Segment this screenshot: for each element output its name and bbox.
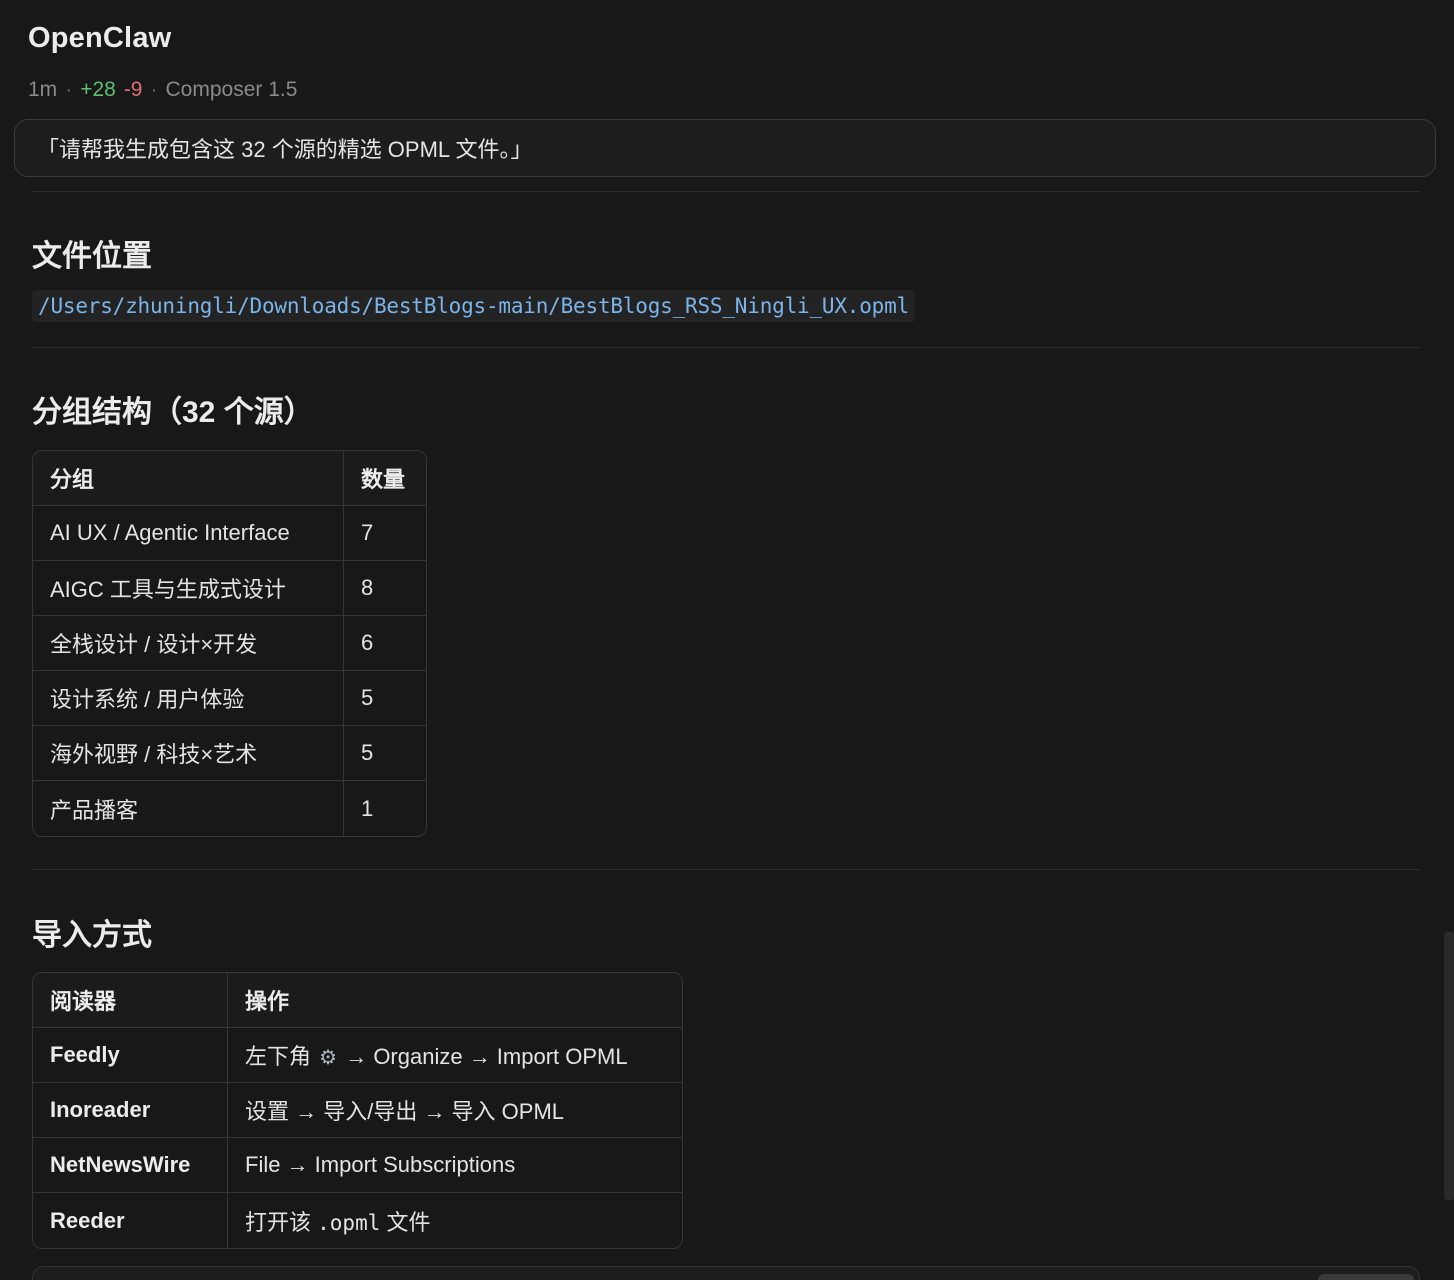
group-name-cell: 设计系统 / 用户体验 — [33, 671, 343, 726]
group-count-cell: 8 — [343, 561, 426, 616]
conversation-header: OpenClaw — [28, 22, 171, 55]
reader-name-cell: Reeder — [50, 1207, 125, 1233]
meta-separator: · — [150, 78, 158, 101]
table-row: Feedly 左下角 ⚙ → Organize → Import OPML — [33, 1028, 682, 1083]
group-count-cell: 7 — [343, 506, 426, 561]
reader-action-cell: 左下角 ⚙ → Organize → Import OPML — [227, 1028, 682, 1083]
file-location-heading: 文件位置 — [32, 240, 152, 273]
file-path-code[interactable]: /Users/zhuningli/Downloads/BestBlogs-mai… — [32, 290, 916, 322]
section-divider — [32, 347, 1420, 348]
section-divider — [32, 191, 1420, 192]
group-count-cell: 5 — [343, 671, 426, 726]
table-row: AI UX / Agentic Interface 7 — [33, 506, 426, 561]
groups-table: 分组 数量 AI UX / Agentic Interface 7 AIGC 工… — [32, 450, 427, 837]
import-heading: 导入方式 — [32, 919, 152, 952]
table-row: 设计系统 / 用户体验 5 — [33, 671, 426, 726]
lines-added-badge[interactable]: +28 — [80, 78, 116, 102]
model-name: Composer 1.5 — [165, 78, 298, 101]
lines-removed-badge[interactable]: -9 — [124, 78, 143, 102]
elapsed-time: 1m — [28, 78, 58, 101]
table-row: 产品播客 1 — [33, 781, 426, 836]
group-count-cell: 5 — [343, 726, 426, 781]
action-text: → Organize → Import OPML — [345, 1044, 628, 1069]
table-row: NetNewsWire File → Import Subscriptions — [33, 1138, 682, 1193]
import-methods-table: 阅读器 操作 Feedly 左下角 ⚙ → Organize → Import … — [32, 972, 683, 1249]
reader-name-cell: Feedly — [33, 1028, 227, 1083]
action-text: 打开该 — [245, 1209, 312, 1235]
table-row: Inoreader 设置 → 导入/导出 → 导入 OPML — [33, 1083, 682, 1138]
composer-action-button[interactable] — [1318, 1274, 1414, 1280]
groups-heading: 分组结构（32 个源） — [32, 396, 314, 429]
reader-action-cell: 设置 → 导入/导出 → 导入 OPML — [227, 1083, 682, 1138]
action-text: 左下角 — [245, 1044, 312, 1069]
reader-name-cell: NetNewsWire — [33, 1138, 227, 1193]
group-count-cell: 6 — [343, 616, 426, 671]
table-header-row: 阅读器 操作 — [33, 973, 682, 1028]
column-header-group: 分组 — [33, 451, 343, 506]
reader-action-cell: 打开该 .opml 文件 — [227, 1193, 682, 1248]
vertical-scrollbar-thumb[interactable] — [1444, 932, 1454, 1200]
file-extension-code: .opml — [317, 1210, 381, 1235]
table-row: 海外视野 / 科技×艺术 5 — [33, 726, 426, 781]
chat-transcript-panel: OpenClaw 1m · +28 -9 · Composer 1.5 「请帮我… — [0, 0, 1454, 1280]
section-divider — [32, 869, 1420, 870]
column-header-count: 数量 — [343, 451, 426, 506]
conversation-meta: 1m · +28 -9 · Composer 1.5 — [28, 78, 297, 102]
group-name-cell: 全栈设计 / 设计×开发 — [33, 616, 343, 671]
group-count-cell: 1 — [343, 781, 426, 836]
table-row: Reeder 打开该 .opml 文件 — [33, 1193, 682, 1248]
group-name-cell: AI UX / Agentic Interface — [33, 506, 343, 561]
action-text: 文件 — [386, 1209, 431, 1235]
gear-icon: ⚙ — [319, 1047, 338, 1069]
reader-name-cell: Inoreader — [33, 1083, 227, 1138]
composer-input-box[interactable] — [32, 1266, 1420, 1280]
meta-separator: · — [65, 78, 73, 101]
table-row: AIGC 工具与生成式设计 8 — [33, 561, 426, 616]
action-text: File → Import Subscriptions — [245, 1152, 516, 1177]
table-header-row: 分组 数量 — [33, 451, 426, 506]
group-name-cell: 海外视野 / 科技×艺术 — [33, 726, 343, 781]
column-header-reader: 阅读器 — [33, 973, 227, 1028]
user-prompt-text: 「请帮我生成包含这 32 个源的精选 OPML 文件。」 — [37, 137, 533, 162]
reader-action-cell: File → Import Subscriptions — [227, 1138, 682, 1193]
conversation-title: OpenClaw — [28, 22, 172, 54]
column-header-action: 操作 — [227, 973, 682, 1028]
group-name-cell: 产品播客 — [50, 797, 139, 823]
table-row: 全栈设计 / 设计×开发 6 — [33, 616, 426, 671]
action-text: 设置 → 导入/导出 → 导入 OPML — [245, 1099, 565, 1124]
user-prompt-bubble[interactable]: 「请帮我生成包含这 32 个源的精选 OPML 文件。」 — [14, 119, 1436, 177]
group-name-cell: AIGC 工具与生成式设计 — [33, 561, 343, 616]
